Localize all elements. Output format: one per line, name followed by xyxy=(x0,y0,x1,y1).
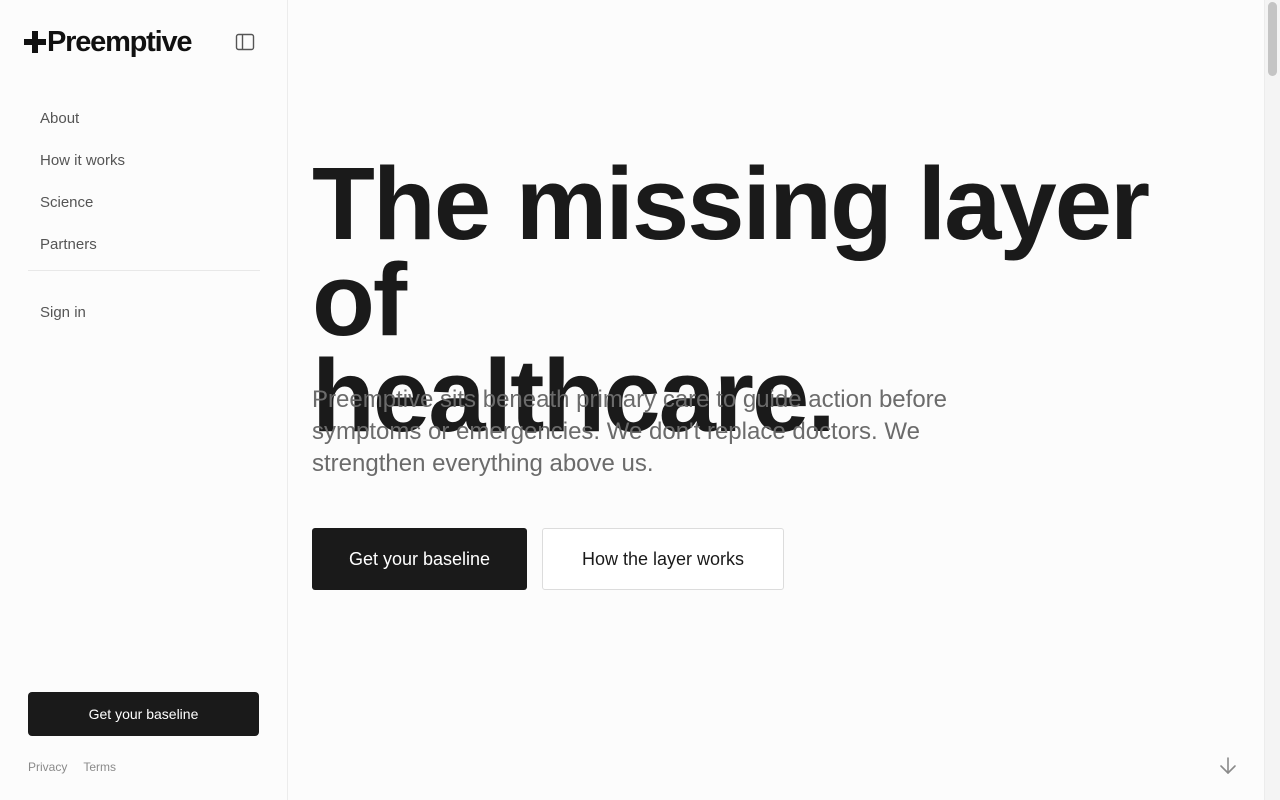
brand-name: Preemptive xyxy=(47,26,193,58)
privacy-link[interactable]: Privacy xyxy=(28,760,67,774)
nav-item-how-it-works[interactable]: How it works xyxy=(28,142,260,184)
nav-item-partners[interactable]: Partners xyxy=(28,226,260,268)
main-content: The missing layer of healthcare. Preempt… xyxy=(288,0,1264,800)
brand-logo[interactable]: Preemptive xyxy=(24,26,193,59)
sign-in-link[interactable]: Sign in xyxy=(40,304,86,321)
sidebar-panel-icon xyxy=(235,33,255,51)
page-scrollbar[interactable] xyxy=(1264,0,1280,800)
arrow-down-icon xyxy=(1220,757,1236,774)
get-baseline-button[interactable]: Get your baseline xyxy=(312,528,527,590)
sidebar-toggle-button[interactable] xyxy=(233,31,257,53)
headline-line-1: The missing layer of xyxy=(312,146,1150,357)
hero-subtext: Preemptive sits beneath primary care to … xyxy=(312,386,948,477)
scrollbar-thumb[interactable] xyxy=(1268,2,1277,76)
terms-link[interactable]: Terms xyxy=(83,760,116,774)
how-layer-works-button[interactable]: How the layer works xyxy=(542,528,784,590)
sidebar-nav: About How it works Science Partners xyxy=(28,100,260,271)
nav-divider xyxy=(28,270,260,271)
sidebar: Preemptive About How it works Science Pa… xyxy=(0,0,288,800)
sidebar-baseline-button[interactable]: Get your baseline xyxy=(28,692,259,736)
scroll-down-button[interactable] xyxy=(1216,754,1240,778)
nav-item-about[interactable]: About xyxy=(28,100,260,142)
footer-links: Privacy Terms xyxy=(28,760,116,774)
plus-logo-icon xyxy=(24,30,46,53)
nav-item-science[interactable]: Science xyxy=(28,184,260,226)
